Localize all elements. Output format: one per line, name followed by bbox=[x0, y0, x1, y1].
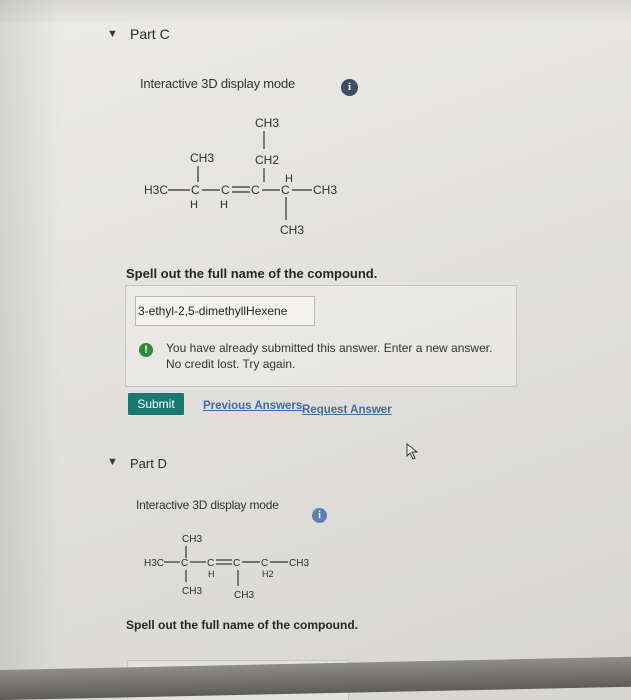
mol-c2: C bbox=[221, 183, 230, 197]
mol-d-h3c: H3C bbox=[144, 558, 164, 569]
mol-bottom-ch3: CH3 bbox=[280, 223, 304, 237]
mol-d-top-ch3: CH3 bbox=[182, 534, 202, 545]
part-c-display-mode: Interactive 3D display mode bbox=[140, 76, 296, 91]
mol-d-c4: C bbox=[261, 558, 268, 569]
mol-c1: C bbox=[191, 183, 200, 197]
top-band bbox=[0, 0, 631, 22]
mol-h3c: H3C bbox=[144, 183, 168, 197]
mol-branch-ch3: CH3 bbox=[190, 151, 214, 165]
mol-c4: C bbox=[281, 183, 290, 197]
part-c-title[interactable]: Part C bbox=[130, 26, 170, 42]
mol-d-c1: C bbox=[181, 558, 188, 569]
collapse-caret-icon[interactable]: ▼ bbox=[107, 28, 118, 40]
mol-d-c3: C bbox=[233, 558, 240, 569]
mol-d-h: H bbox=[208, 569, 215, 579]
submit-button[interactable]: Submit bbox=[128, 393, 184, 415]
left-shadow bbox=[0, 0, 60, 700]
mol-d-bottom-ch3-1: CH3 bbox=[182, 586, 202, 597]
feedback-line-1: You have already submitted this answer. … bbox=[166, 341, 493, 355]
mouse-pointer-icon bbox=[406, 443, 419, 460]
answer-input[interactable]: 3-ethyl-2,5-dimethyllHexene bbox=[135, 296, 315, 326]
mol-d-bottom-ch3-2: CH3 bbox=[234, 590, 254, 601]
mol-c3: C bbox=[251, 183, 260, 197]
mol-d-c2: C bbox=[207, 558, 214, 569]
mol-d-right-ch3: CH3 bbox=[289, 558, 309, 569]
part-c-question: Spell out the full name of the compound. bbox=[126, 266, 378, 281]
mol-top-ch3: CH3 bbox=[255, 116, 279, 130]
mol-d-h2: H2 bbox=[262, 569, 274, 579]
mol-h-c2: H bbox=[220, 199, 228, 211]
mol-top-ch2: CH2 bbox=[255, 153, 279, 167]
part-d-structure: CH3 H3C C C C C CH3 H H2 CH3 CH3 bbox=[144, 534, 309, 601]
part-d-display-mode: Interactive 3D display mode bbox=[136, 498, 279, 512]
info-icon[interactable]: i bbox=[312, 508, 327, 523]
part-d-question: Spell out the full name of the compound. bbox=[126, 618, 358, 632]
request-answer-link[interactable]: Request Answer bbox=[302, 404, 392, 416]
feedback-line-2: No credit lost. Try again. bbox=[166, 357, 296, 371]
mol-h-c1: H bbox=[190, 199, 198, 211]
info-icon[interactable]: i bbox=[341, 79, 358, 96]
exclamation-icon: ! bbox=[139, 343, 153, 357]
part-d-title[interactable]: Part D bbox=[130, 456, 167, 471]
mol-right-ch3: CH3 bbox=[313, 183, 337, 197]
part-c-structure: CH3 CH2 CH3 H3C C C C H C CH3 H H CH3 bbox=[144, 116, 337, 237]
previous-answers-link[interactable]: Previous Answers bbox=[203, 400, 302, 412]
page: ▼ Part C Interactive 3D display mode i C… bbox=[0, 0, 631, 700]
collapse-caret-icon[interactable]: ▼ bbox=[107, 456, 118, 468]
